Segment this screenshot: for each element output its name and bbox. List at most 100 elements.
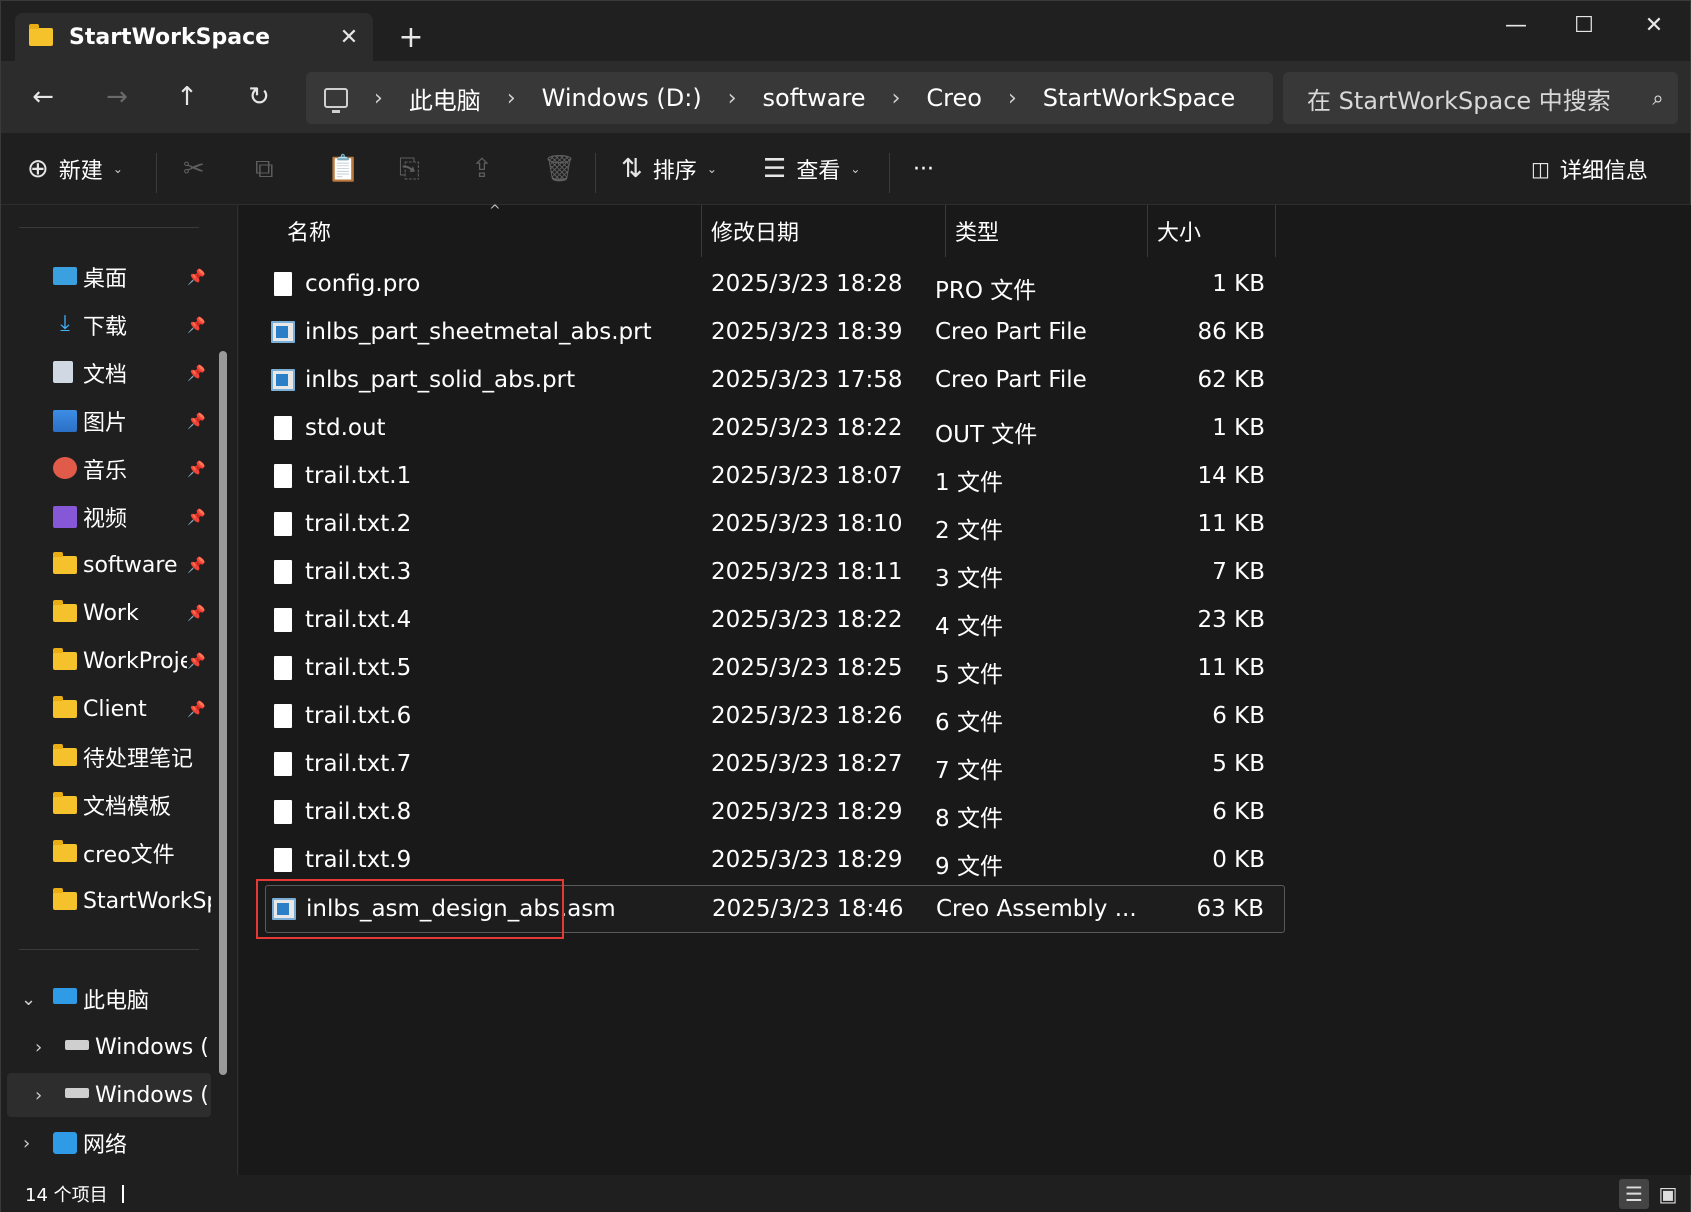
details-pane-button[interactable]: ◫ 详细信息 [1531, 145, 1648, 193]
chevron-right-icon[interactable]: › [35, 1085, 42, 1106]
sidebar-item-this-pc[interactable]: ⌄ 此电脑 [1, 977, 211, 1021]
file-size: 62 KB [1197, 367, 1265, 393]
search-box[interactable]: 在 StartWorkSpace 中搜索 ⌕ [1283, 72, 1678, 124]
chevron-right-icon[interactable]: › [374, 86, 383, 111]
sidebar-scrollbar[interactable] [219, 351, 227, 1075]
refresh-button[interactable]: ↻ [239, 77, 279, 117]
chevron-right-icon[interactable]: › [1008, 86, 1017, 111]
chevron-right-icon[interactable]: › [507, 86, 516, 111]
maximize-button[interactable]: ☐ [1549, 5, 1619, 45]
file-row[interactable]: trail.txt.9 2025/3/23 18:29 9 文件 0 KB [265, 837, 1285, 885]
column-header-type[interactable]: 类型 [955, 205, 999, 257]
file-row[interactable]: trail.txt.4 2025/3/23 18:22 4 文件 23 KB [265, 597, 1285, 645]
column-header-name[interactable]: 名称 [287, 205, 331, 257]
file-icon [274, 656, 292, 680]
file-size: 14 KB [1197, 463, 1265, 489]
share-icon[interactable]: ⇪ [471, 145, 493, 193]
folder-icon [53, 648, 77, 670]
delete-icon[interactable]: 🗑 [543, 145, 576, 193]
sidebar-item-workproject[interactable]: WorkProje 📌 [1, 639, 211, 683]
breadcrumb-this-pc[interactable]: 此电脑 [409, 81, 481, 116]
chevron-right-icon[interactable]: › [728, 86, 737, 111]
file-row[interactable]: trail.txt.3 2025/3/23 18:11 3 文件 7 KB [265, 549, 1285, 597]
breadcrumb-creo[interactable]: Creo [926, 84, 982, 112]
address-bar[interactable]: › 此电脑 › Windows (D:) › software › Creo ›… [306, 72, 1273, 124]
breadcrumb-startworkspace[interactable]: StartWorkSpace [1043, 84, 1236, 112]
pin-icon[interactable]: 📌 [187, 700, 206, 718]
file-date: 2025/3/23 18:22 [711, 607, 903, 633]
back-button[interactable]: ← [23, 77, 63, 117]
forward-button[interactable]: → [97, 77, 137, 117]
column-header-modified[interactable]: 修改日期 [711, 205, 799, 257]
sidebar-item-network[interactable]: › 网络 [1, 1121, 211, 1165]
file-row[interactable]: trail.txt.5 2025/3/23 18:25 5 文件 11 KB [265, 645, 1285, 693]
details-view-icon[interactable]: ☰ [1619, 1179, 1649, 1209]
search-input[interactable]: 在 StartWorkSpace 中搜索 [1307, 81, 1638, 116]
sidebar-item-doc-templates[interactable]: 文档模板 [1, 783, 211, 827]
sidebar-item-music[interactable]: 音乐 📌 [1, 447, 211, 491]
up-button[interactable]: ↑ [167, 77, 207, 117]
chevron-right-icon[interactable]: › [23, 1133, 30, 1154]
minimize-button[interactable]: — [1481, 5, 1551, 45]
column-divider[interactable] [945, 205, 946, 257]
file-row[interactable]: inlbs_part_solid_abs.prt 2025/3/23 17:58… [265, 357, 1285, 405]
file-row[interactable]: trail.txt.6 2025/3/23 18:26 6 文件 6 KB [265, 693, 1285, 741]
sidebar-item-software[interactable]: software 📌 [1, 543, 211, 587]
pane-divider[interactable] [237, 205, 238, 1175]
new-button[interactable]: ⊕ 新建 ⌄ [27, 145, 123, 193]
file-row[interactable]: inlbs_part_sheetmetal_abs.prt 2025/3/23 … [265, 309, 1285, 357]
file-row[interactable]: trail.txt.8 2025/3/23 18:29 8 文件 6 KB [265, 789, 1285, 837]
sidebar-item-drive-d[interactable]: › Windows (I [7, 1073, 211, 1117]
column-divider[interactable] [1275, 205, 1276, 257]
pin-icon[interactable]: 📌 [187, 412, 206, 430]
cut-icon[interactable]: ✂ [183, 145, 205, 193]
download-icon: ⤓ [60, 311, 70, 336]
close-tab-icon[interactable]: ✕ [331, 19, 367, 55]
file-row[interactable]: std.out 2025/3/23 18:22 OUT 文件 1 KB [265, 405, 1285, 453]
pin-icon[interactable]: 📌 [187, 604, 206, 622]
pin-icon[interactable]: 📌 [187, 460, 206, 478]
more-options-button[interactable]: ··· [913, 145, 934, 193]
file-date: 2025/3/23 18:46 [712, 896, 904, 922]
sidebar-item-documents[interactable]: 文档 📌 [1, 351, 211, 395]
tab-startworkspace[interactable]: StartWorkSpace ✕ [15, 13, 373, 61]
chevron-right-icon[interactable]: › [892, 86, 901, 111]
sort-button[interactable]: ⇅ 排序 ⌄ [621, 145, 717, 193]
file-row[interactable]: trail.txt.1 2025/3/23 18:07 1 文件 14 KB [265, 453, 1285, 501]
tiles-view-icon[interactable]: ▣ [1653, 1179, 1683, 1209]
sidebar-item-pending-notes[interactable]: 待处理笔记 [1, 735, 211, 779]
search-icon[interactable]: ⌕ [1638, 86, 1678, 110]
sidebar-item-drive-c[interactable]: › Windows ( [1, 1025, 211, 1069]
sidebar-item-startworkspace[interactable]: StartWorkSp [1, 879, 211, 923]
chevron-down-icon[interactable]: ⌄ [21, 989, 36, 1010]
pin-icon[interactable]: 📌 [187, 652, 206, 670]
sidebar-item-pictures[interactable]: 图片 📌 [1, 399, 211, 443]
new-tab-button[interactable]: + [393, 19, 429, 55]
view-button[interactable]: ☰ 查看 ⌄ [763, 145, 860, 193]
pin-icon[interactable]: 📌 [187, 316, 206, 334]
copy-icon[interactable]: ⧉ [255, 145, 274, 193]
column-divider[interactable] [1147, 205, 1148, 257]
sidebar-item-videos[interactable]: 视频 📌 [1, 495, 211, 539]
file-row[interactable]: config.pro 2025/3/23 18:28 PRO 文件 1 KB [265, 261, 1285, 309]
column-divider[interactable] [701, 205, 702, 257]
column-header-size[interactable]: 大小 [1157, 205, 1201, 257]
pin-icon[interactable]: 📌 [187, 364, 206, 382]
sidebar-item-client[interactable]: Client 📌 [1, 687, 211, 731]
pin-icon[interactable]: 📌 [187, 508, 206, 526]
pin-icon[interactable]: 📌 [187, 556, 206, 574]
rename-icon[interactable]: ⎘ [399, 145, 420, 193]
file-row[interactable]: trail.txt.7 2025/3/23 18:27 7 文件 5 KB [265, 741, 1285, 789]
close-window-button[interactable]: ✕ [1619, 5, 1689, 45]
paste-icon[interactable]: 📋 [327, 145, 359, 193]
pin-icon[interactable]: 📌 [187, 268, 206, 286]
breadcrumb-software[interactable]: software [763, 84, 866, 112]
sidebar-item-downloads[interactable]: ⤓ 下载 📌 [1, 303, 211, 347]
sidebar-item-work[interactable]: Work 📌 [1, 591, 211, 635]
chevron-right-icon[interactable]: › [35, 1037, 42, 1058]
folder-icon [53, 888, 77, 910]
file-row[interactable]: trail.txt.2 2025/3/23 18:10 2 文件 11 KB [265, 501, 1285, 549]
sidebar-item-creo-files[interactable]: creo文件 [1, 831, 211, 875]
breadcrumb-drive-d[interactable]: Windows (D:) [542, 84, 702, 112]
sidebar-item-desktop[interactable]: 桌面 📌 [1, 255, 211, 299]
